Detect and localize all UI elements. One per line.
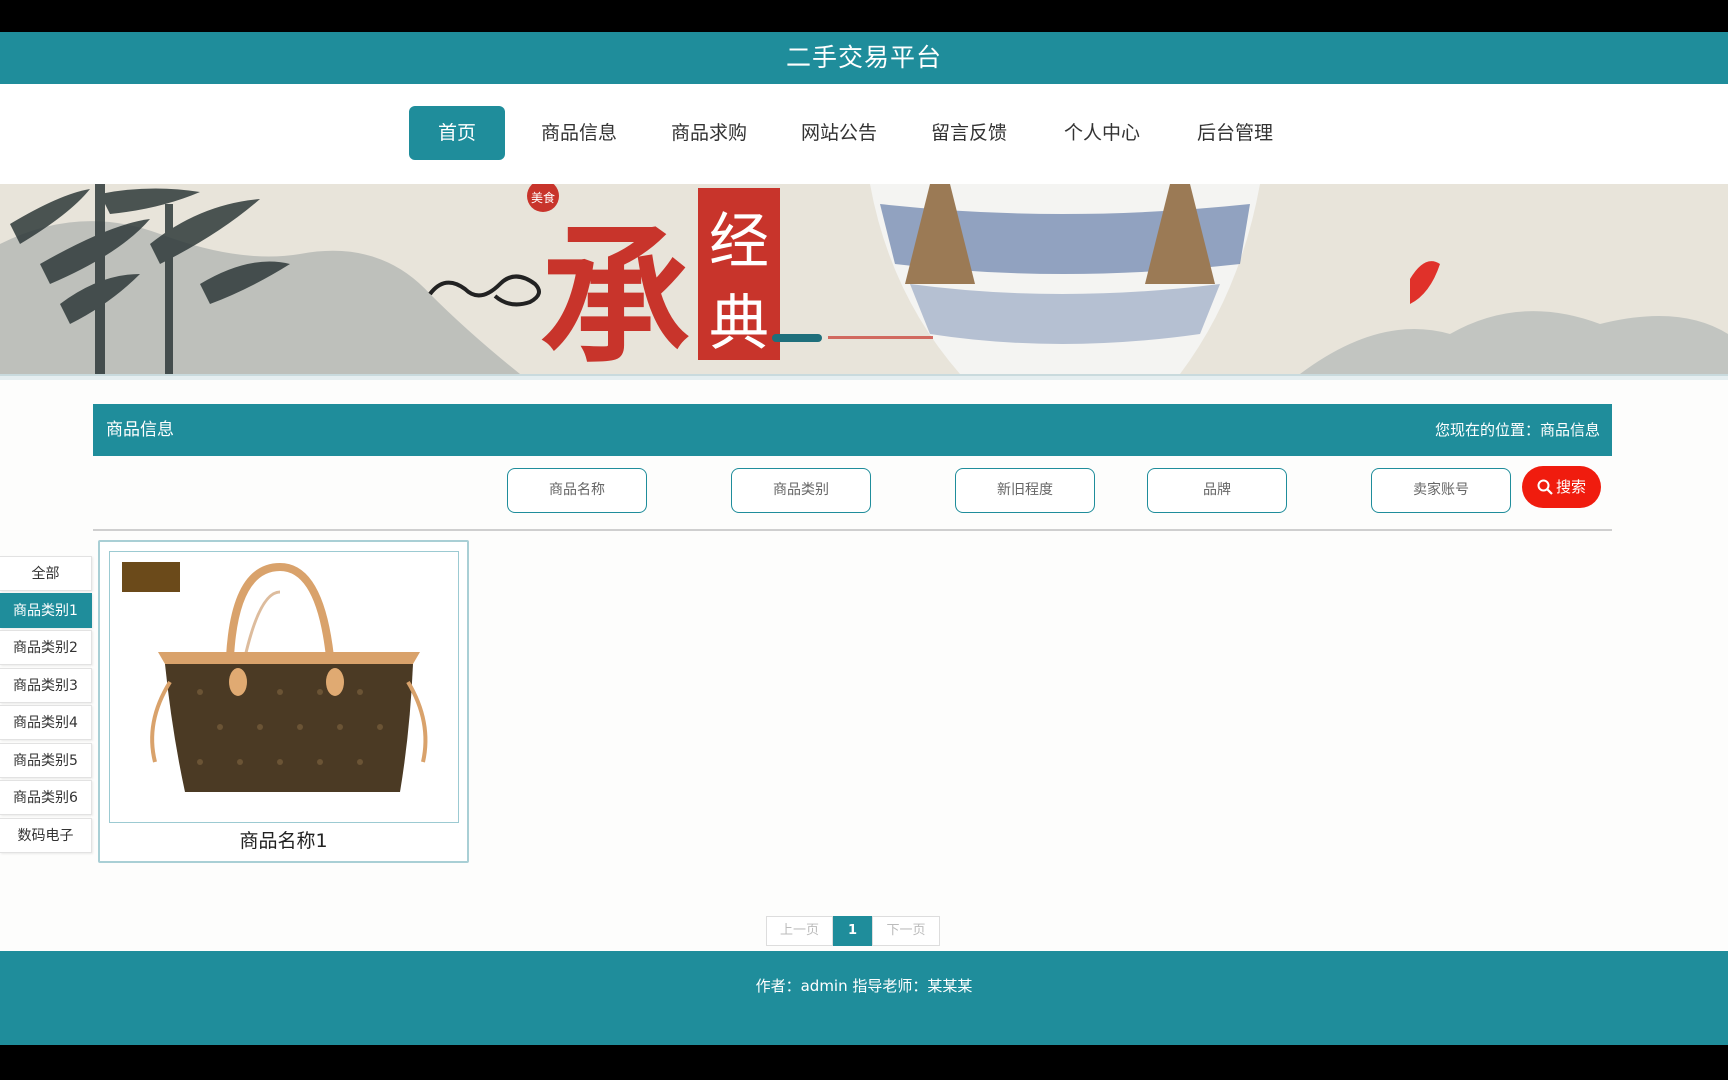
shop-logo-icon — [122, 562, 180, 592]
next-page-button[interactable]: 下一页 — [872, 916, 940, 946]
breadcrumb: 您现在的位置：商品信息 — [1434, 421, 1600, 439]
search-icon — [1537, 479, 1553, 495]
nav-profile[interactable]: 个人中心 — [1050, 106, 1154, 160]
banner-image: 承 经 典 美食 — [0, 184, 1728, 374]
nav-notices[interactable]: 网站公告 — [787, 106, 891, 160]
category-1[interactable]: 商品类别1 — [0, 593, 92, 628]
filter-brand-input[interactable]: 品牌 — [1147, 468, 1287, 513]
category-3[interactable]: 商品类别3 — [0, 668, 92, 703]
banner-divider — [0, 374, 1728, 380]
handbag-image — [110, 552, 457, 821]
section-title: 商品信息 — [106, 420, 174, 440]
banner-seal-1: 经 — [709, 207, 769, 277]
footer-credit: 作者：admin 指导老师：某某某 — [755, 977, 973, 995]
nav-admin[interactable]: 后台管理 — [1183, 106, 1287, 160]
footer: 作者：admin 指导老师：某某某 — [0, 951, 1728, 1045]
banner-small-seal: 美食 — [531, 190, 555, 205]
nav-feedback[interactable]: 留言反馈 — [917, 106, 1021, 160]
current-page[interactable]: 1 — [833, 916, 872, 946]
product-name[interactable]: 商品名称1 — [100, 826, 467, 853]
category-4[interactable]: 商品类别4 — [0, 705, 92, 740]
section-header: 商品信息 您现在的位置：商品信息 — [93, 404, 1612, 456]
banner-carousel[interactable]: 承 经 典 美食 — [0, 184, 1728, 374]
product-image[interactable] — [109, 551, 459, 823]
product-card[interactable]: 商品名称1 — [98, 540, 469, 863]
site-title: 二手交易平台 — [0, 32, 1728, 84]
main-nav: 首页 商品信息 商品求购 网站公告 留言反馈 个人中心 后台管理 — [0, 84, 1728, 184]
filter-divider — [93, 529, 1612, 531]
search-button-label: 搜索 — [1555, 478, 1586, 496]
nav-products[interactable]: 商品信息 — [527, 106, 631, 160]
category-digital[interactable]: 数码电子 — [0, 818, 92, 853]
filter-seller-input[interactable]: 卖家账号 — [1371, 468, 1511, 513]
browser-viewport: 二手交易平台 首页 商品信息 商品求购 网站公告 留言反馈 个人中心 后台管理 — [0, 32, 1728, 1045]
category-all[interactable]: 全部 — [0, 556, 92, 591]
category-2[interactable]: 商品类别2 — [0, 630, 92, 665]
carousel-dot[interactable] — [828, 336, 933, 339]
nav-wanted[interactable]: 商品求购 — [657, 106, 761, 160]
search-button[interactable]: 搜索 — [1522, 466, 1601, 508]
carousel-dot-active[interactable] — [772, 334, 822, 342]
category-6[interactable]: 商品类别6 — [0, 780, 92, 815]
nav-home[interactable]: 首页 — [409, 106, 505, 160]
prev-page-button[interactable]: 上一页 — [766, 916, 833, 946]
filter-condition-input[interactable]: 新旧程度 — [955, 468, 1095, 513]
category-5[interactable]: 商品类别5 — [0, 743, 92, 778]
banner-big-char: 承 — [540, 209, 690, 374]
filter-name-input[interactable]: 商品名称 — [507, 468, 647, 513]
banner-seal-2: 典 — [709, 289, 769, 359]
filter-category-input[interactable]: 商品类别 — [731, 468, 871, 513]
